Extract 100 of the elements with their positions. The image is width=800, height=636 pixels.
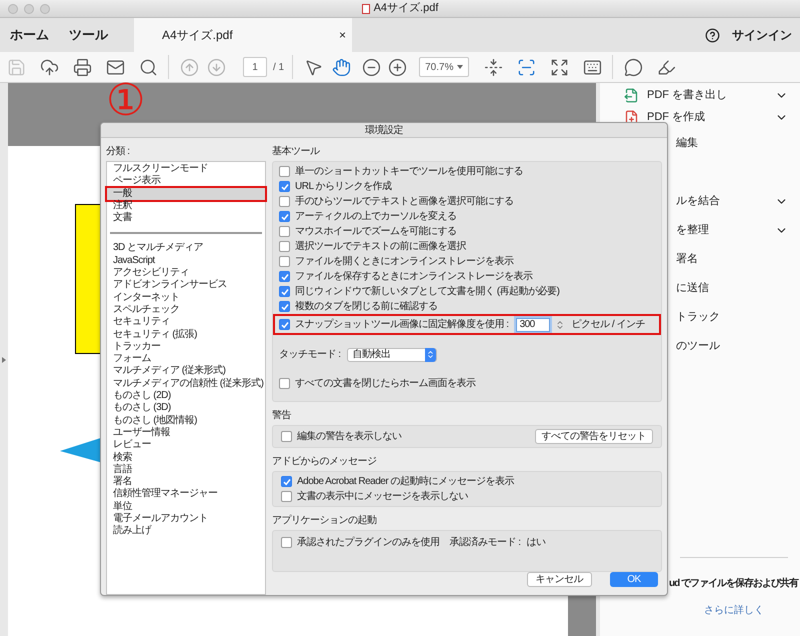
checkbox[interactable]: [281, 431, 292, 442]
tool-label: のツール: [676, 339, 721, 354]
touch-mode-label: タッチモード :: [279, 348, 341, 362]
category-item[interactable]: 検索: [107, 452, 265, 464]
checkbox[interactable]: [279, 166, 290, 177]
close-icon[interactable]: ×: [338, 26, 346, 44]
category-item[interactable]: 一般: [107, 188, 265, 200]
section-title: アプリケーションの起動: [272, 514, 376, 528]
checkbox[interactable]: [279, 286, 290, 297]
page-number-field[interactable]: 1: [243, 57, 267, 77]
category-item[interactable]: ページ表示: [107, 175, 265, 188]
tool-label: PDF を書き出し: [647, 88, 728, 103]
checkbox[interactable]: [279, 256, 290, 267]
category-item[interactable]: 信頼性管理マネージャー: [107, 488, 265, 501]
option-label: 文書の表示中にメッセージを表示しない: [297, 490, 468, 504]
nav-tab[interactable]: ツール: [59, 18, 118, 52]
category-item[interactable]: アドビオンラインサービス: [107, 279, 265, 292]
category-item[interactable]: ものさし (3D): [107, 402, 265, 415]
checkbox[interactable]: [279, 319, 290, 330]
option-label: 選択ツールでテキストの前に画像を選択: [295, 240, 466, 254]
option-label: 複数のタブを閉じる前に確認する: [295, 300, 438, 314]
category-item[interactable]: スペルチェック: [107, 304, 265, 316]
category-item[interactable]: トラッカー: [107, 340, 265, 354]
option-label: すべての文書を閉じたらホーム画面を表示: [295, 376, 476, 391]
checkbox[interactable]: [279, 181, 290, 192]
tool-item[interactable]: を整理: [600, 216, 800, 245]
option-label: アーティクルの上でカーソルを変える: [295, 210, 456, 224]
tool-label: 署名: [676, 252, 699, 268]
checkbox[interactable]: [281, 537, 292, 548]
checkbox[interactable]: [279, 241, 290, 252]
category-item[interactable]: アクセシビリティ: [107, 267, 265, 280]
category-item[interactable]: JavaScript: [107, 254, 265, 268]
category-item[interactable]: 電子メールアカウント: [107, 513, 265, 526]
stepper-icon[interactable]: [554, 320, 565, 330]
document-tab[interactable]: A4サイズ.pdf ×: [134, 18, 352, 52]
option-label: ファイルを保存するときにオンラインストレージを表示: [295, 270, 532, 284]
category-item[interactable]: ものさし (地図情報): [107, 414, 265, 427]
option-label: 同じウィンドウで新しいタブとして文書を開く (再起動が必要): [295, 284, 560, 299]
panel-toggle-icon[interactable]: [2, 356, 6, 362]
tool-label: PDF を作成: [647, 110, 706, 125]
category-item[interactable]: マルチメディア (従来形式): [107, 365, 265, 378]
option-label: 単一のショートカットキーでツールを使用可能にする: [295, 164, 523, 179]
category-item[interactable]: マルチメディアの信頼性 (従来形式): [107, 378, 265, 390]
category-item[interactable]: フォーム: [107, 353, 265, 366]
checkbox[interactable]: [281, 491, 292, 502]
checkbox[interactable]: [279, 271, 290, 282]
category-item[interactable]: 読み上げ: [107, 525, 265, 538]
checkbox[interactable]: [279, 378, 290, 389]
category-item[interactable]: 注釈: [107, 200, 265, 212]
option-label: ファイルを開くときにオンラインストレージを表示: [295, 254, 514, 269]
category-item[interactable]: 言語: [107, 464, 265, 476]
checkbox[interactable]: [281, 476, 292, 487]
option-label: 編集の警告を表示しない: [297, 430, 402, 444]
checkbox[interactable]: [279, 196, 290, 207]
category-item[interactable]: 3D とマルチメディア: [107, 242, 265, 255]
pdf-file-icon: [362, 4, 370, 14]
category-item[interactable]: 単位: [107, 500, 265, 514]
caret-icon: [457, 65, 464, 69]
category-item[interactable]: フルスクリーンモード: [107, 163, 265, 176]
category-item[interactable]: 文書: [107, 212, 265, 224]
category-item[interactable]: レビュー: [107, 439, 265, 452]
cancel-button[interactable]: キャンセル: [526, 572, 592, 587]
section-title: 警告: [272, 408, 291, 423]
sign-in-button[interactable]: サインイン: [732, 26, 792, 44]
category-item[interactable]: インターネット: [107, 292, 265, 304]
checkbox[interactable]: [279, 226, 290, 237]
cloud-promo-text: ud でファイルを保存および共有: [669, 576, 798, 591]
tool-label: に送信: [676, 281, 710, 296]
learn-more-link[interactable]: さらに詳しく: [704, 603, 764, 618]
category-item[interactable]: セキュリティ: [107, 316, 265, 329]
tool-item[interactable]: ルを結合: [600, 187, 800, 216]
checkbox[interactable]: [279, 301, 290, 312]
tool-item[interactable]: PDF を書き出し: [600, 85, 800, 105]
tool-label: を整理: [676, 223, 710, 238]
reset-warnings-button[interactable]: すべての警告をリセット: [534, 429, 653, 444]
category-item[interactable]: セキュリティ (拡張): [107, 328, 265, 341]
circled-number: ①: [106, 79, 146, 123]
nav-tab[interactable]: ホーム: [0, 18, 59, 52]
category-item[interactable]: 署名: [107, 476, 265, 488]
tool-item[interactable]: PDF を作成: [600, 105, 800, 129]
help-icon[interactable]: [705, 28, 720, 42]
option-label: マウスホイールでズームを可能にする: [295, 224, 456, 239]
category-item[interactable]: ものさし (2D): [107, 390, 265, 402]
unit-label: ピクセル / インチ: [572, 318, 645, 332]
touch-mode-dropdown[interactable]: 自動検出: [346, 348, 437, 362]
category-label: 分類 :: [106, 144, 130, 159]
category-item[interactable]: ユーザー情報: [107, 426, 265, 440]
option-label: URL からリンクを作成: [295, 180, 392, 194]
resolution-field[interactable]: 300: [516, 318, 550, 332]
tool-label: 編集: [676, 136, 699, 152]
approved-mode-label: 承認済みモード :: [450, 536, 521, 550]
checkbox[interactable]: [279, 211, 290, 222]
option-label: 承認されたプラグインのみを使用: [297, 536, 440, 550]
window-title: A4サイズ.pdf: [374, 1, 438, 16]
ok-button[interactable]: OK: [610, 572, 658, 587]
stepper-icon: [424, 348, 436, 362]
zoom-dropdown[interactable]: 70.7%: [419, 57, 470, 77]
section-title: アドビからのメッセージ: [272, 455, 376, 469]
option-label: 手のひらツールでテキストと画像を選択可能にする: [295, 194, 514, 209]
file-export-icon: [624, 88, 639, 102]
